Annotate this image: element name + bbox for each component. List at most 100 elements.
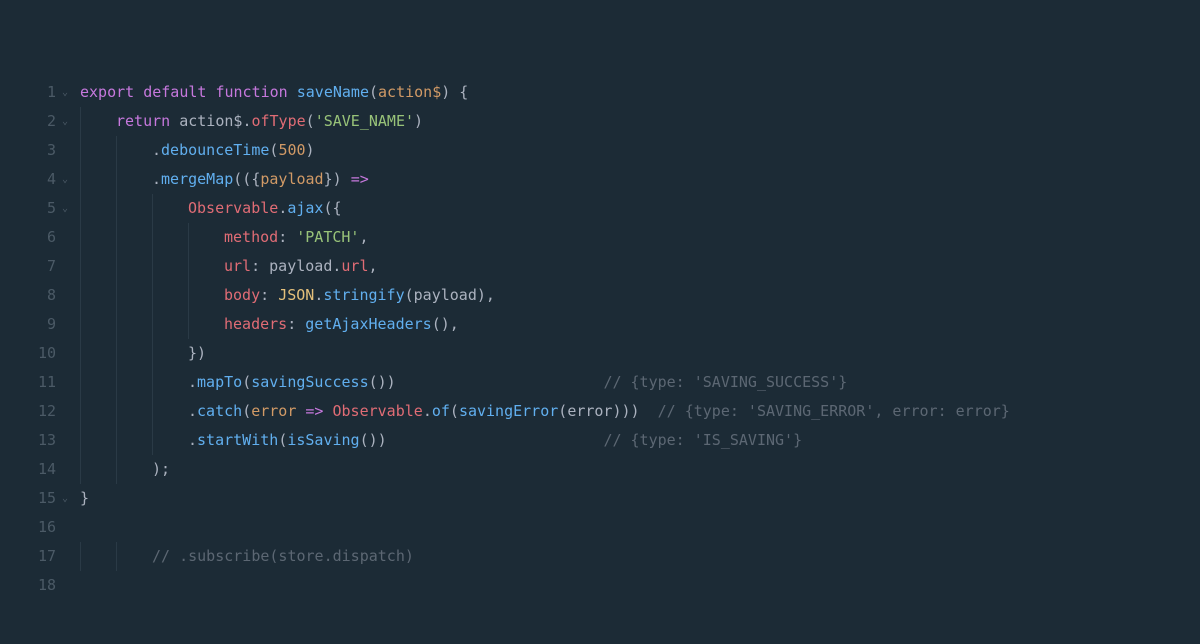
token-punc: ( (405, 281, 414, 310)
token-punc: : (251, 252, 269, 281)
fold-chevron-icon[interactable]: ⌄ (62, 194, 68, 223)
token-punc: . (188, 426, 197, 455)
token-kw: function (215, 78, 296, 107)
code-line[interactable] (80, 571, 1010, 600)
token-num: 500 (278, 136, 305, 165)
indent-guide (188, 310, 224, 339)
token-prop: url (224, 252, 251, 281)
token-cmt: // {type: 'SAVING_SUCCESS'} (603, 368, 847, 397)
token-fn: stringify (323, 281, 404, 310)
token-punc: ( (450, 397, 459, 426)
token-punc: . (188, 397, 197, 426)
line-number: 7 (0, 252, 56, 281)
token-punc: : (278, 223, 296, 252)
code-line[interactable]: // .subscribe(store.dispatch) (80, 542, 1010, 571)
line-number: 14 (0, 455, 56, 484)
code-line[interactable]: url: payload.url, (80, 252, 1010, 281)
indent-guide (80, 310, 116, 339)
fold-chevron-icon[interactable]: ⌄ (62, 107, 68, 136)
token-kw: => (351, 165, 369, 194)
token-punc: . (242, 107, 251, 136)
code-line[interactable]: export default function saveName(action$… (80, 78, 1010, 107)
indent-guide (116, 223, 152, 252)
fold-chevron-icon[interactable]: ⌄ (62, 165, 68, 194)
indent-guide (152, 310, 188, 339)
code-line[interactable]: body: JSON.stringify(payload), (80, 281, 1010, 310)
token-kw: export (80, 78, 143, 107)
indent-guide (116, 165, 152, 194)
line-number: 13 (0, 426, 56, 455)
token-param: action$ (378, 78, 441, 107)
indent-guide (80, 281, 116, 310)
code-line[interactable]: }) (80, 339, 1010, 368)
indent-guide (80, 368, 116, 397)
line-number: 4⌄ (0, 165, 56, 194)
indent-guide (116, 136, 152, 165)
indent-guide (152, 339, 188, 368)
indent-guide (80, 542, 116, 571)
token-punc: }) (324, 165, 351, 194)
line-gutter: 1⌄2⌄34⌄5⌄6789101112131415⌄161718 (0, 78, 62, 600)
code-line[interactable]: headers: getAjaxHeaders(), (80, 310, 1010, 339)
code-line[interactable]: } (80, 484, 1010, 513)
code-line[interactable] (80, 513, 1010, 542)
line-number: 5⌄ (0, 194, 56, 223)
token-punc: ) { (441, 78, 468, 107)
token-fn: startWith (197, 426, 278, 455)
indent-guide (116, 368, 152, 397)
token-punc: ()) (369, 368, 396, 397)
indent-guide (116, 310, 152, 339)
indent-guide (116, 426, 152, 455)
token-prop: ofType (251, 107, 305, 136)
token-fn: debounceTime (161, 136, 269, 165)
token-prop: headers (224, 310, 287, 339)
token-punc: ( (306, 107, 315, 136)
token-punc: . (152, 165, 161, 194)
code-line[interactable]: Observable.ajax({ (80, 194, 1010, 223)
code-line[interactable]: .mapTo(savingSuccess()) // {type: 'SAVIN… (80, 368, 1010, 397)
token-param: error (251, 397, 305, 426)
token-fn: saveName (297, 78, 369, 107)
line-number: 9 (0, 310, 56, 339)
line-number: 18 (0, 571, 56, 600)
token-fn: catch (197, 397, 242, 426)
line-number: 11 (0, 368, 56, 397)
code-line[interactable]: .mergeMap(({payload}) => (80, 165, 1010, 194)
token-punc: ( (242, 368, 251, 397)
indent-guide (80, 426, 116, 455)
line-number: 3 (0, 136, 56, 165)
token-punc: ( (242, 397, 251, 426)
line-number: 8 (0, 281, 56, 310)
fold-chevron-icon[interactable]: ⌄ (62, 484, 68, 513)
line-number: 12 (0, 397, 56, 426)
code-line[interactable]: .catch(error => Observable.of(savingErro… (80, 397, 1010, 426)
token-punc: ( (278, 426, 287, 455)
indent-guide (80, 455, 116, 484)
code-line[interactable]: return action$.ofType('SAVE_NAME') (80, 107, 1010, 136)
code-line[interactable]: method: 'PATCH', (80, 223, 1010, 252)
indent-guide (80, 252, 116, 281)
token-kw: return (116, 107, 179, 136)
token-plain: payload (414, 281, 477, 310)
code-area[interactable]: export default function saveName(action$… (62, 78, 1010, 600)
token-punc: ), (477, 281, 495, 310)
code-line[interactable]: .debounceTime(500) (80, 136, 1010, 165)
line-number: 10 (0, 339, 56, 368)
token-str: 'PATCH' (296, 223, 359, 252)
indent-guide (188, 281, 224, 310)
fold-chevron-icon[interactable]: ⌄ (62, 78, 68, 107)
token-punc: }) (188, 339, 206, 368)
indent-guide (116, 339, 152, 368)
code-line[interactable]: ); (80, 455, 1010, 484)
token-cmt: // .subscribe(store.dispatch) (152, 542, 414, 571)
token-punc: (({ (233, 165, 260, 194)
token-cmt: // {type: 'SAVING_ERROR', error: error} (658, 397, 1010, 426)
line-number: 17 (0, 542, 56, 571)
code-editor[interactable]: 1⌄2⌄34⌄5⌄6789101112131415⌄161718 export … (0, 78, 1200, 600)
indent-guide (116, 397, 152, 426)
indent-guide (80, 339, 116, 368)
indent-guide (188, 252, 224, 281)
indent-guide (152, 397, 188, 426)
indent-guide (80, 223, 116, 252)
code-line[interactable]: .startWith(isSaving()) // {type: 'IS_SAV… (80, 426, 1010, 455)
